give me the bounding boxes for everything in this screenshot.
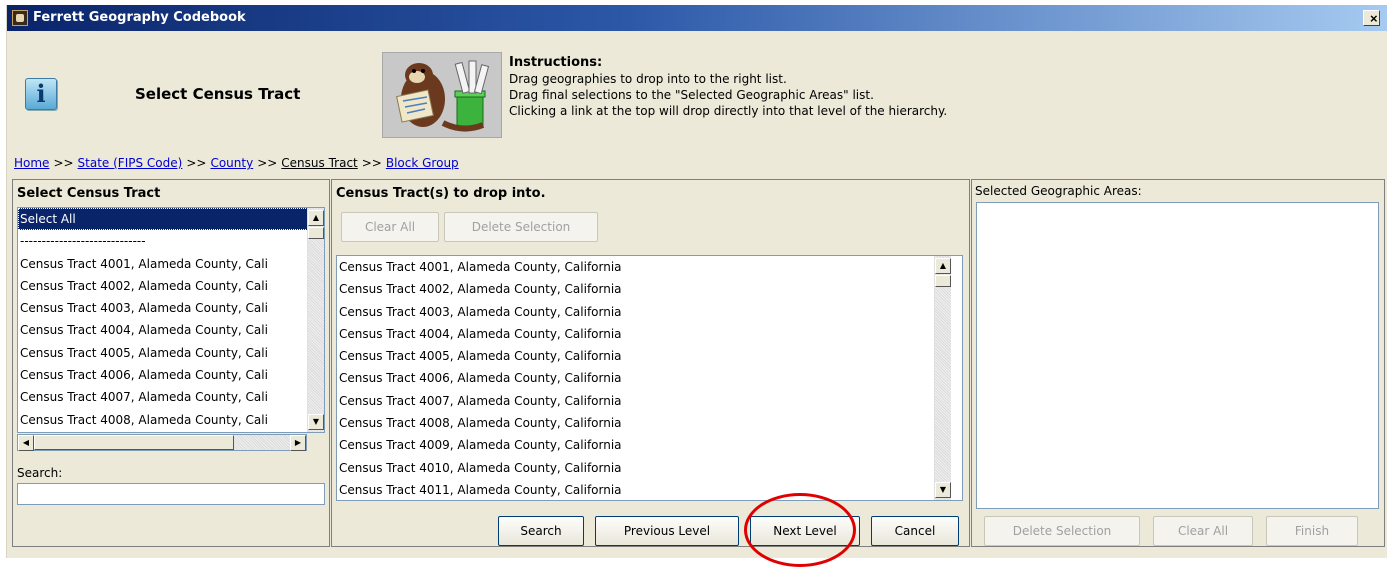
scroll-thumb[interactable] (935, 275, 951, 287)
list-item[interactable]: Census Tract 4011, Alameda County, Calif… (337, 479, 962, 500)
drop-into-list[interactable]: Census Tract 4001, Alameda County, Calif… (336, 255, 963, 501)
instructions-title: Instructions: (509, 55, 603, 70)
scroll-thumb[interactable] (34, 435, 234, 450)
selected-areas-list[interactable] (976, 202, 1379, 509)
list-item[interactable]: Census Tract 4005, Alameda County, Calif… (337, 345, 962, 367)
scroll-thumb[interactable] (308, 227, 324, 239)
codebook-window: Ferrett Geography Codebook × i Select Ce… (6, 5, 1387, 558)
horizontal-scrollbar[interactable]: ◀ ▶ (17, 434, 307, 451)
list-item[interactable]: Census Tract 4004, Alameda County, Calif… (337, 323, 962, 345)
finish-button[interactable]: Finish (1266, 516, 1358, 546)
breadcrumb-county[interactable]: County (210, 156, 253, 170)
panel-title: Census Tract(s) to drop into. (336, 186, 546, 201)
list-item[interactable]: Census Tract 4005, Alameda County, Cali (18, 342, 324, 364)
drop-into-panel: Census Tract(s) to drop into. Clear All … (331, 179, 970, 547)
selected-geographic-areas-panel: Selected Geographic Areas: Delete Select… (971, 179, 1385, 547)
panel-title: Selected Geographic Areas: (975, 184, 1142, 198)
list-item-divider: ----------------------------- (20, 234, 146, 249)
instruction-line: Drag final selections to the "Selected G… (509, 88, 874, 102)
list-item[interactable]: Census Tract 4004, Alameda County, Cali (18, 319, 324, 341)
next-level-button[interactable]: Next Level (750, 516, 860, 546)
breadcrumb-separator: >> (257, 156, 278, 170)
title-bar: Ferrett Geography Codebook × (7, 5, 1387, 31)
vertical-scrollbar[interactable]: ▲ ▼ (307, 208, 324, 432)
scroll-down-icon[interactable]: ▼ (935, 482, 951, 498)
clear-all-button[interactable]: Clear All (341, 212, 439, 242)
delete-selection-button[interactable]: Delete Selection (444, 212, 598, 242)
list-item[interactable]: Census Tract 4003, Alameda County, Calif… (337, 301, 962, 323)
list-item[interactable]: Census Tract 4001, Alameda County, Cali (18, 253, 324, 275)
list-item[interactable]: Census Tract 4006, Alameda County, Calif… (337, 367, 962, 389)
breadcrumb-separator: >> (53, 156, 74, 170)
search-button[interactable]: Search (498, 516, 584, 546)
cancel-button[interactable]: Cancel (871, 516, 959, 546)
clear-all-button[interactable]: Clear All (1153, 516, 1253, 546)
list-item[interactable]: Census Tract 4002, Alameda County, Calif… (337, 278, 962, 300)
list-item-select-all[interactable]: Select All (18, 208, 324, 231)
list-item[interactable]: Census Tract 4003, Alameda County, Cali (18, 297, 324, 319)
breadcrumb-census-tract: Census Tract (281, 156, 358, 170)
list-item[interactable]: Census Tract 4007, Alameda County, Cali (18, 386, 324, 408)
search-label: Search: (17, 466, 63, 480)
list-item[interactable]: Census Tract 4010, Alameda County, Calif… (337, 457, 962, 479)
scroll-left-icon[interactable]: ◀ (18, 435, 34, 451)
instruction-line: Clicking a link at the top will drop dir… (509, 104, 948, 118)
list-item[interactable]: Census Tract 4001, Alameda County, Calif… (337, 256, 962, 278)
list-item[interactable]: Census Tract 4008, Alameda County, Cali (18, 409, 324, 431)
page-title: Select Census Tract (135, 85, 301, 103)
breadcrumb-separator: >> (361, 156, 382, 170)
list-item[interactable]: Census Tract 4006, Alameda County, Cali (18, 364, 324, 386)
breadcrumb-block-group[interactable]: Block Group (386, 156, 459, 170)
previous-level-button[interactable]: Previous Level (595, 516, 739, 546)
list-item[interactable]: Census Tract 4007, Alameda County, Calif… (337, 390, 962, 412)
instructions: Instructions: Drag geographies to drop i… (509, 55, 947, 119)
census-tract-source-list[interactable]: Select All -----------------------------… (17, 207, 325, 433)
ferret-mascot-image (382, 52, 502, 138)
list-item[interactable]: Census Tract 4009, Alameda County, Calif… (337, 434, 962, 456)
list-item[interactable]: Census Tract 4008, Alameda County, Calif… (337, 412, 962, 434)
scroll-up-icon[interactable]: ▲ (935, 258, 951, 274)
breadcrumb-home[interactable]: Home (14, 156, 49, 170)
scroll-down-icon[interactable]: ▼ (308, 414, 324, 430)
search-input[interactable] (17, 483, 325, 505)
info-icon: i (25, 78, 57, 110)
ferrett-app-icon (12, 10, 28, 26)
scroll-right-icon[interactable]: ▶ (290, 435, 306, 451)
vertical-scrollbar[interactable]: ▲ ▼ (934, 256, 951, 500)
list-item[interactable]: Census Tract 4002, Alameda County, Cali (18, 275, 324, 297)
window-title: Ferrett Geography Codebook (33, 10, 246, 25)
close-button[interactable]: × (1363, 10, 1380, 26)
panel-title: Select Census Tract (17, 186, 161, 201)
select-census-tract-panel: Select Census Tract Select All ---------… (12, 179, 330, 547)
scroll-up-icon[interactable]: ▲ (308, 210, 324, 226)
instruction-line: Drag geographies to drop into to the rig… (509, 72, 787, 86)
breadcrumb-state[interactable]: State (FIPS Code) (78, 156, 183, 170)
breadcrumb-separator: >> (186, 156, 207, 170)
delete-selection-button[interactable]: Delete Selection (984, 516, 1140, 546)
breadcrumb: Home >> State (FIPS Code) >> County >> Census … (14, 156, 459, 170)
